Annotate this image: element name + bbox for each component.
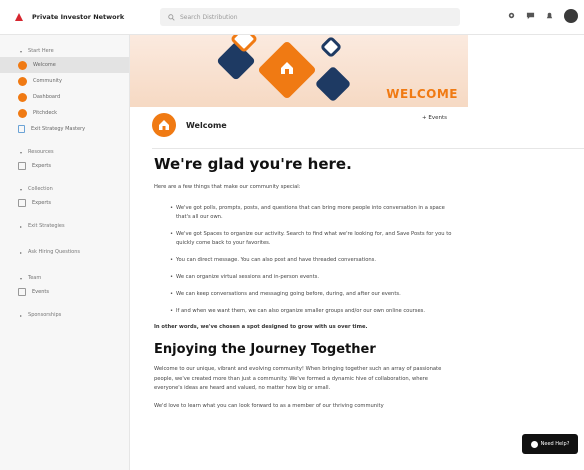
sidebar-section-ask[interactable]: ▸ Ask Hiring Questions	[0, 246, 129, 258]
sidebar-item-pitchdeck[interactable]: Pitchdeck	[0, 105, 129, 121]
list-item: We can organize virtual sessions and in-…	[170, 273, 454, 282]
welcome-banner: WELCOME	[130, 35, 468, 107]
help-chat-icon	[530, 440, 538, 448]
sidebar-section-label: Collection	[28, 186, 53, 192]
search-icon	[168, 13, 175, 21]
sidebar-item-label: Experts	[32, 163, 51, 169]
caret-down-icon: ▾	[20, 275, 23, 281]
list-item: We've got Spaces to organize our activit…	[170, 230, 454, 248]
grid-icon	[18, 288, 26, 296]
list-item: We can keep conversations and messaging …	[170, 290, 454, 299]
intro-text: Here are a few things that make our comm…	[154, 184, 301, 190]
sidebar-item-dashboard[interactable]: Dashboard	[0, 89, 129, 105]
search-placeholder: Search Distribution	[180, 13, 238, 21]
grid-icon	[18, 162, 26, 170]
sidebar-item-events[interactable]: Events	[0, 284, 129, 300]
sidebar-item-exit-strategy[interactable]: Exit Strategy Mastery	[0, 121, 129, 137]
sidebar-section-label: Resources	[28, 149, 54, 155]
sidebar-item-label: Dashboard	[33, 94, 61, 100]
community-icon	[18, 76, 27, 86]
sidebar-item-label: Pitchdeck	[33, 110, 58, 116]
bell-icon[interactable]	[545, 11, 554, 22]
sidebar-section-label: Sponsorships	[28, 312, 62, 318]
caret-down-icon: ▾	[20, 186, 23, 192]
journey-paragraph: Welcome to our unique, vibrant and evolv…	[154, 366, 442, 391]
banner-diamond-navy-right	[314, 65, 352, 103]
sidebar-section-start-here[interactable]: ▾ Start Here	[0, 45, 129, 57]
brand-name: Private Investor Network	[32, 13, 125, 21]
need-help-button[interactable]: Need Help?	[522, 434, 578, 454]
home-icon	[18, 60, 27, 70]
closing-line: In other words, we've chosen a spot desi…	[154, 324, 368, 330]
feature-list: We've got polls, prompts, posts, and que…	[154, 204, 454, 316]
sidebar-item-experts-2[interactable]: Experts	[0, 195, 129, 211]
sidebar-item-experts[interactable]: Experts	[0, 158, 129, 174]
sidebar-section-collection[interactable]: ▾ Collection	[0, 183, 129, 195]
list-item: If and when we want them, we can also or…	[170, 307, 454, 316]
sidebar-item-label: Experts	[32, 200, 51, 206]
sidebar-section-label: Ask Hiring Questions	[28, 249, 81, 255]
page-header: Welcome	[152, 113, 572, 137]
search-input[interactable]: Search Distribution	[160, 8, 460, 26]
brand[interactable]: Private Investor Network	[0, 12, 130, 22]
caret-down-icon: ▾	[20, 48, 23, 54]
banner-diamond-small	[319, 35, 343, 59]
sidebar-item-welcome[interactable]: Welcome	[0, 57, 129, 73]
caret-right-icon: ▸	[20, 312, 23, 318]
space-home-icon	[152, 113, 176, 137]
banner-welcome-text: WELCOME	[386, 87, 458, 101]
document-icon	[18, 125, 25, 133]
heading-journey: Enjoying the Journey Together	[154, 342, 376, 357]
follow-button[interactable]: + Events	[422, 115, 447, 121]
post-body: We're glad you're here. Here are a few t…	[154, 153, 454, 411]
caret-right-icon: ▸	[20, 223, 23, 229]
sidebar-section-exit-strategies[interactable]: ▸ Exit Strategies	[0, 220, 129, 232]
chat-icon[interactable]	[526, 11, 535, 22]
sidebar-section-label: Exit Strategies	[28, 223, 65, 229]
sidebar-section-label: Start Here	[28, 48, 54, 54]
home-icon	[281, 62, 293, 74]
main-content: WELCOME Welcome + Events We're glad you'…	[130, 35, 584, 470]
divider	[152, 148, 584, 149]
heading-glad: We're glad you're here.	[154, 155, 352, 173]
sidebar-item-label: Welcome	[33, 62, 56, 68]
brand-logo-icon	[15, 13, 23, 21]
sidebar-section-label: Team	[28, 275, 42, 281]
caret-down-icon: ▾	[20, 149, 23, 155]
top-bar: Private Investor Network Search Distribu…	[0, 0, 584, 35]
avatar[interactable]	[564, 9, 578, 23]
sidebar-item-label: Events	[32, 289, 49, 295]
grid-icon	[18, 199, 26, 207]
sidebar-section-resources[interactable]: ▾ Resources	[0, 146, 129, 158]
list-item: You can direct message. You can also pos…	[170, 256, 454, 265]
sidebar-item-label: Exit Strategy Mastery	[31, 126, 86, 132]
sidebar-item-label: Community	[33, 78, 62, 84]
trailing-paragraph: We'd love to learn what you can look for…	[154, 402, 384, 409]
caret-right-icon: ▸	[20, 249, 23, 255]
top-icons	[507, 9, 578, 23]
page-title: Welcome	[186, 120, 227, 130]
sidebar-section-team[interactable]: ▾ Team	[0, 272, 129, 284]
list-item: We've got polls, prompts, posts, and que…	[170, 204, 454, 222]
gear-icon[interactable]	[507, 11, 516, 22]
pitchdeck-icon	[18, 108, 27, 118]
sidebar-item-community[interactable]: Community	[0, 73, 129, 89]
sidebar-section-sponsorships[interactable]: ▸ Sponsorships	[0, 309, 129, 321]
sidebar: ▾ Start Here Welcome Community Dashboard…	[0, 35, 130, 470]
need-help-label: Need Help?	[540, 441, 570, 447]
dashboard-icon	[18, 92, 27, 102]
